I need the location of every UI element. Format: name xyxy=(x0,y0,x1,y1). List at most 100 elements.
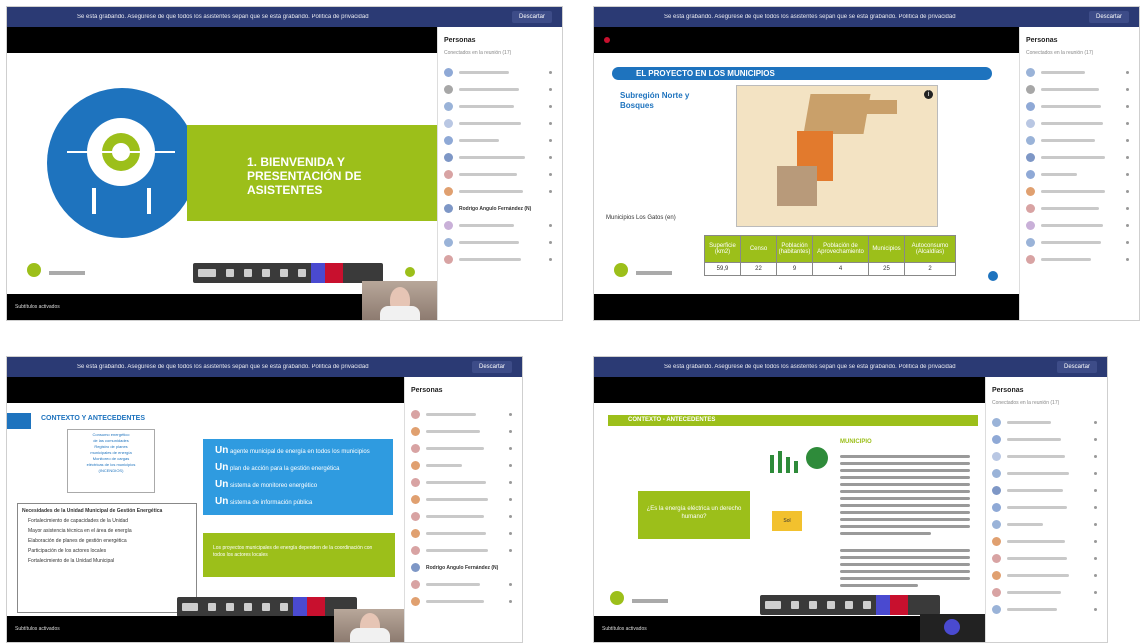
recording-indicator xyxy=(604,37,610,43)
participants-icon[interactable] xyxy=(298,269,306,277)
participant[interactable] xyxy=(405,576,522,593)
participant-highlighted[interactable]: Rodrigo Angulo Fernández (N) xyxy=(438,200,562,217)
camera-icon[interactable] xyxy=(208,603,216,611)
participant[interactable] xyxy=(438,81,562,98)
participant[interactable] xyxy=(405,491,522,508)
caption-status: Subtítulos activados xyxy=(602,626,647,632)
participant[interactable] xyxy=(405,423,522,440)
participant[interactable] xyxy=(438,166,562,183)
participant[interactable] xyxy=(405,542,522,559)
participant[interactable] xyxy=(986,533,1107,550)
participant[interactable] xyxy=(1020,64,1139,81)
dismiss-button[interactable]: Descartar xyxy=(1088,11,1129,23)
participant[interactable] xyxy=(986,448,1107,465)
participant[interactable] xyxy=(1020,217,1139,234)
mic-icon[interactable] xyxy=(809,601,817,609)
caption-status: Subtítulos activados xyxy=(15,626,60,632)
participant[interactable] xyxy=(405,525,522,542)
more-icon[interactable] xyxy=(280,269,288,277)
participants-panel: Personas Conectados en la reunión (17) R… xyxy=(437,27,562,320)
panel-title: Personas xyxy=(1026,37,1058,44)
participant[interactable] xyxy=(1020,183,1139,200)
participant[interactable] xyxy=(1020,149,1139,166)
header-tab xyxy=(7,413,31,429)
participant[interactable] xyxy=(438,132,562,149)
end-call-button[interactable] xyxy=(890,595,908,615)
participant[interactable] xyxy=(438,251,562,268)
info-icon[interactable]: i xyxy=(924,90,933,99)
participant[interactable] xyxy=(438,217,562,234)
chat-icon[interactable] xyxy=(876,595,890,615)
dismiss-button[interactable]: Descartar xyxy=(511,11,552,23)
dismiss-button[interactable]: Descartar xyxy=(1056,361,1097,373)
participant[interactable] xyxy=(986,516,1107,533)
participant[interactable] xyxy=(1020,166,1139,183)
panel-title: Personas xyxy=(444,37,476,44)
participant[interactable] xyxy=(1020,81,1139,98)
meeting-header-bar xyxy=(7,377,404,403)
participant[interactable] xyxy=(986,431,1107,448)
participant[interactable] xyxy=(1020,200,1139,217)
participant[interactable] xyxy=(438,115,562,132)
participant[interactable] xyxy=(986,499,1107,516)
share-icon[interactable] xyxy=(262,269,270,277)
participant[interactable] xyxy=(438,234,562,251)
bullet: Un sistema de monitoreo energético xyxy=(215,479,318,490)
participant[interactable] xyxy=(1020,132,1139,149)
participant-name: Rodrigo Angulo Fernández (N) xyxy=(459,205,532,212)
participant[interactable] xyxy=(405,457,522,474)
participant[interactable] xyxy=(1020,98,1139,115)
participant[interactable] xyxy=(1020,234,1139,251)
mic-icon[interactable] xyxy=(226,603,234,611)
slide-title: 1. BIENVENIDA Y PRESENTACIÓN DE ASISTENT… xyxy=(247,155,362,197)
mic-icon[interactable] xyxy=(244,269,252,277)
screenshot-welcome: Se está grabando. Asegúrese de que todos… xyxy=(6,6,563,321)
recording-banner: Se está grabando. Asegúrese de que todos… xyxy=(594,357,1107,377)
participant[interactable] xyxy=(986,601,1107,618)
participant[interactable] xyxy=(405,508,522,525)
participant[interactable] xyxy=(438,64,562,81)
participant[interactable] xyxy=(405,440,522,457)
recording-message: Se está grabando. Asegúrese de que todos… xyxy=(77,14,369,20)
participant[interactable] xyxy=(986,567,1107,584)
region-map: i xyxy=(736,85,938,227)
camera-icon[interactable] xyxy=(226,269,234,277)
participant-highlighted[interactable]: Rodrigo Angulo Fernández (N) xyxy=(405,559,522,576)
participant[interactable] xyxy=(438,98,562,115)
camera-icon[interactable] xyxy=(791,601,799,609)
participant[interactable] xyxy=(986,414,1107,431)
chat-icon[interactable] xyxy=(293,597,307,617)
participant[interactable] xyxy=(986,584,1107,601)
slide-context: CONTEXTO Y ANTECEDENTES Consumo energéti… xyxy=(7,403,404,616)
table-header: Población de Aprovechamiento xyxy=(812,235,869,263)
participants-icon[interactable] xyxy=(863,601,871,609)
end-call-button[interactable] xyxy=(307,597,325,617)
participant[interactable] xyxy=(405,593,522,610)
participant[interactable] xyxy=(438,149,562,166)
participant[interactable] xyxy=(986,465,1107,482)
end-call-button[interactable] xyxy=(325,263,343,283)
participant[interactable] xyxy=(1020,115,1139,132)
self-video-avatar xyxy=(920,614,986,642)
participants-panel: Personas Rodrigo Angulo Fernández (N) xyxy=(404,377,522,642)
participant[interactable] xyxy=(405,474,522,491)
participant[interactable] xyxy=(986,550,1107,567)
participant[interactable] xyxy=(438,183,562,200)
share-icon[interactable] xyxy=(244,603,252,611)
list-item: Fortalecimiento de la Unidad Municipal xyxy=(28,558,115,564)
more-icon[interactable] xyxy=(845,601,853,609)
slide-project: EL PROYECTO EN LOS MUNICIPIOS Subregión … xyxy=(594,53,1019,294)
meeting-header-bar xyxy=(594,27,1019,53)
chat-icon[interactable] xyxy=(311,263,325,283)
participants-panel: Personas Conectados en la reunión (17) xyxy=(985,377,1107,642)
more-icon[interactable] xyxy=(262,603,270,611)
share-icon[interactable] xyxy=(827,601,835,609)
meeting-controls xyxy=(177,597,357,617)
dismiss-button[interactable]: Descartar xyxy=(471,361,512,373)
participant[interactable] xyxy=(1020,251,1139,268)
list-item: Participación de los actores locales xyxy=(28,548,107,554)
organization-logo xyxy=(614,263,674,279)
participants-icon[interactable] xyxy=(280,603,288,611)
participant[interactable] xyxy=(405,406,522,423)
participant[interactable] xyxy=(986,482,1107,499)
